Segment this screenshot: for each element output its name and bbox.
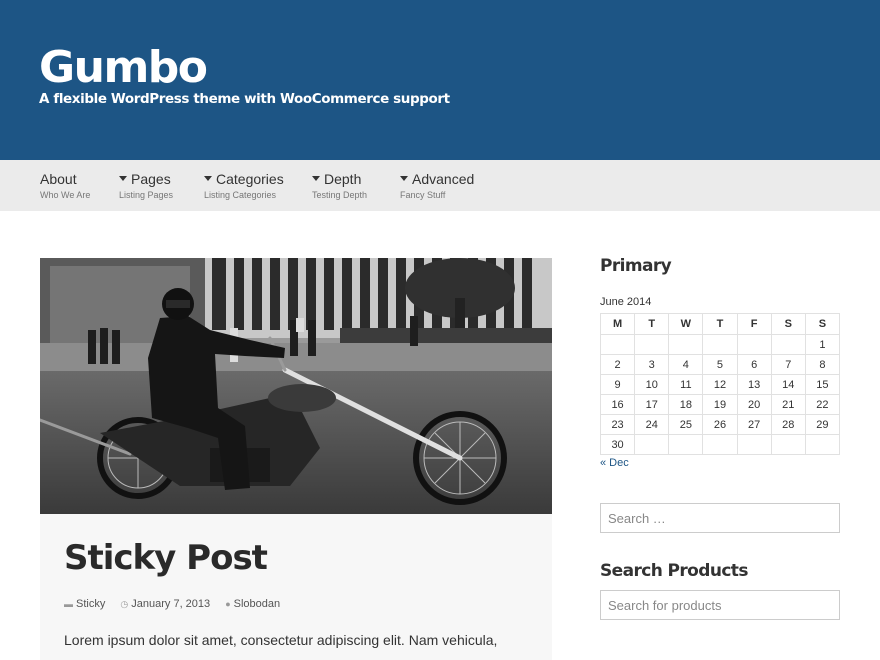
calendar-day [804, 434, 841, 455]
nav-item-sublabel: Testing Depth [312, 190, 368, 200]
calendar-day: 2 [599, 354, 636, 375]
widget-title-search-products: Search Products [600, 561, 748, 581]
post-meta: ▬ Sticky ◷ January 7, 2013 ● Slobodan [64, 598, 292, 610]
calendar-day: 18 [668, 394, 704, 415]
post-author[interactable]: ● Slobodan [225, 598, 280, 610]
calendar-day: 15 [804, 374, 841, 395]
calendar-day: 11 [668, 374, 704, 395]
calendar-day: 12 [702, 374, 738, 395]
calendar-day: 19 [702, 394, 738, 415]
site-title[interactable]: Gumbo [39, 42, 208, 94]
widget-title-primary: Primary [600, 256, 672, 276]
nav-item-depth[interactable]: Depth Testing Depth [312, 171, 367, 201]
post-card: Sticky Post ▬ Sticky ◷ January 7, 2013 ● Sl… [40, 514, 552, 660]
nav-item-label: Categories [204, 171, 284, 188]
calendar-day: 23 [599, 414, 636, 435]
caret-down-icon [400, 176, 408, 181]
calendar-day: 1 [804, 334, 841, 355]
calendar-table: M T W T F S S 1 2 3 4 5 6 7 8 9 10 11 12… [599, 313, 841, 455]
calendar-day: 4 [668, 354, 704, 375]
nav-item-label: Advanced [400, 171, 474, 188]
calendar-day: 14 [770, 374, 806, 395]
calendar-day: 21 [770, 394, 806, 415]
calendar-caption: June 2014 [600, 296, 652, 308]
user-icon: ● [225, 599, 231, 609]
calendar-day [668, 434, 704, 455]
weekday-header: S [804, 313, 841, 335]
calendar-day: 30 [599, 434, 636, 455]
product-search-input[interactable] [600, 590, 840, 620]
post-date[interactable]: ◷ January 7, 2013 [120, 598, 210, 610]
nav-item-label: About [40, 171, 77, 187]
calendar-day: 27 [736, 414, 772, 435]
calendar-week-row: 9 10 11 12 13 14 15 [599, 374, 841, 395]
calendar-day: 7 [770, 354, 806, 375]
calendar-day [736, 434, 772, 455]
site-header: Gumbo A flexible WordPress theme with Wo… [0, 0, 880, 160]
nav-item-about[interactable]: About Who We Are [40, 171, 90, 201]
weekday-header: M [599, 313, 636, 335]
weekday-header: T [634, 313, 670, 335]
calendar-day [702, 434, 738, 455]
calendar-day [599, 334, 636, 355]
calendar-day [770, 434, 806, 455]
weekday-header: S [770, 313, 806, 335]
calendar-week-row: 2 3 4 5 6 7 8 [599, 354, 841, 375]
calendar-day [634, 334, 670, 355]
calendar-day: 17 [634, 394, 670, 415]
nav-item-label: Pages [119, 171, 173, 188]
calendar-header-row: M T W T F S S [599, 313, 841, 335]
post-excerpt: Lorem ipsum dolor sit amet, consectetur … [64, 632, 498, 648]
post-featured-image[interactable] [40, 258, 552, 514]
calendar-prev-link[interactable]: « Dec [600, 457, 629, 469]
calendar-day: 26 [702, 414, 738, 435]
calendar-day: 28 [770, 414, 806, 435]
calendar-week-row: 23 24 25 26 27 28 29 [599, 414, 841, 435]
calendar-day: 9 [599, 374, 636, 395]
site-description: A flexible WordPress theme with WooComme… [39, 91, 450, 107]
caret-down-icon [204, 176, 212, 181]
weekday-header: F [736, 313, 772, 335]
calendar-day: 22 [804, 394, 841, 415]
calendar-day [634, 434, 670, 455]
calendar-day: 6 [736, 354, 772, 375]
nav-item-advanced[interactable]: Advanced Fancy Stuff [400, 171, 474, 201]
calendar-day [770, 334, 806, 355]
calendar-day: 8 [804, 354, 841, 375]
calendar-day: 20 [736, 394, 772, 415]
calendar-day: 3 [634, 354, 670, 375]
clock-icon: ◷ [120, 599, 129, 609]
calendar-day: 25 [668, 414, 704, 435]
nav-item-pages[interactable]: Pages Listing Pages [119, 171, 173, 201]
caret-down-icon [119, 176, 127, 181]
nav-item-sublabel: Who We Are [40, 190, 91, 200]
nav-item-sublabel: Listing Pages [119, 190, 174, 200]
motorcycle-photo [40, 258, 552, 514]
caret-down-icon [312, 176, 320, 181]
post-title[interactable]: Sticky Post [64, 536, 268, 580]
calendar-day: 10 [634, 374, 670, 395]
nav-item-categories[interactable]: Categories Listing Categories [204, 171, 284, 201]
main-navigation: About Who We Are Pages Listing Pages Cat… [0, 160, 880, 211]
nav-item-sublabel: Listing Categories [204, 190, 277, 200]
calendar-day: 24 [634, 414, 670, 435]
post-category[interactable]: ▬ Sticky [64, 598, 105, 610]
calendar-day: 29 [804, 414, 841, 435]
calendar-day: 5 [702, 354, 738, 375]
weekday-header: T [702, 313, 738, 335]
calendar-day [668, 334, 704, 355]
folder-icon: ▬ [64, 599, 73, 609]
calendar-day [702, 334, 738, 355]
nav-item-label: Depth [312, 171, 367, 188]
calendar-day: 16 [599, 394, 636, 415]
calendar-week-row: 16 17 18 19 20 21 22 [599, 394, 841, 415]
nav-item-sublabel: Fancy Stuff [400, 190, 446, 200]
calendar-week-row: 30 [599, 434, 841, 455]
search-input[interactable] [600, 503, 840, 533]
calendar-day: 13 [736, 374, 772, 395]
calendar-week-row: 1 [599, 334, 841, 355]
calendar-day [736, 334, 772, 355]
weekday-header: W [668, 313, 704, 335]
